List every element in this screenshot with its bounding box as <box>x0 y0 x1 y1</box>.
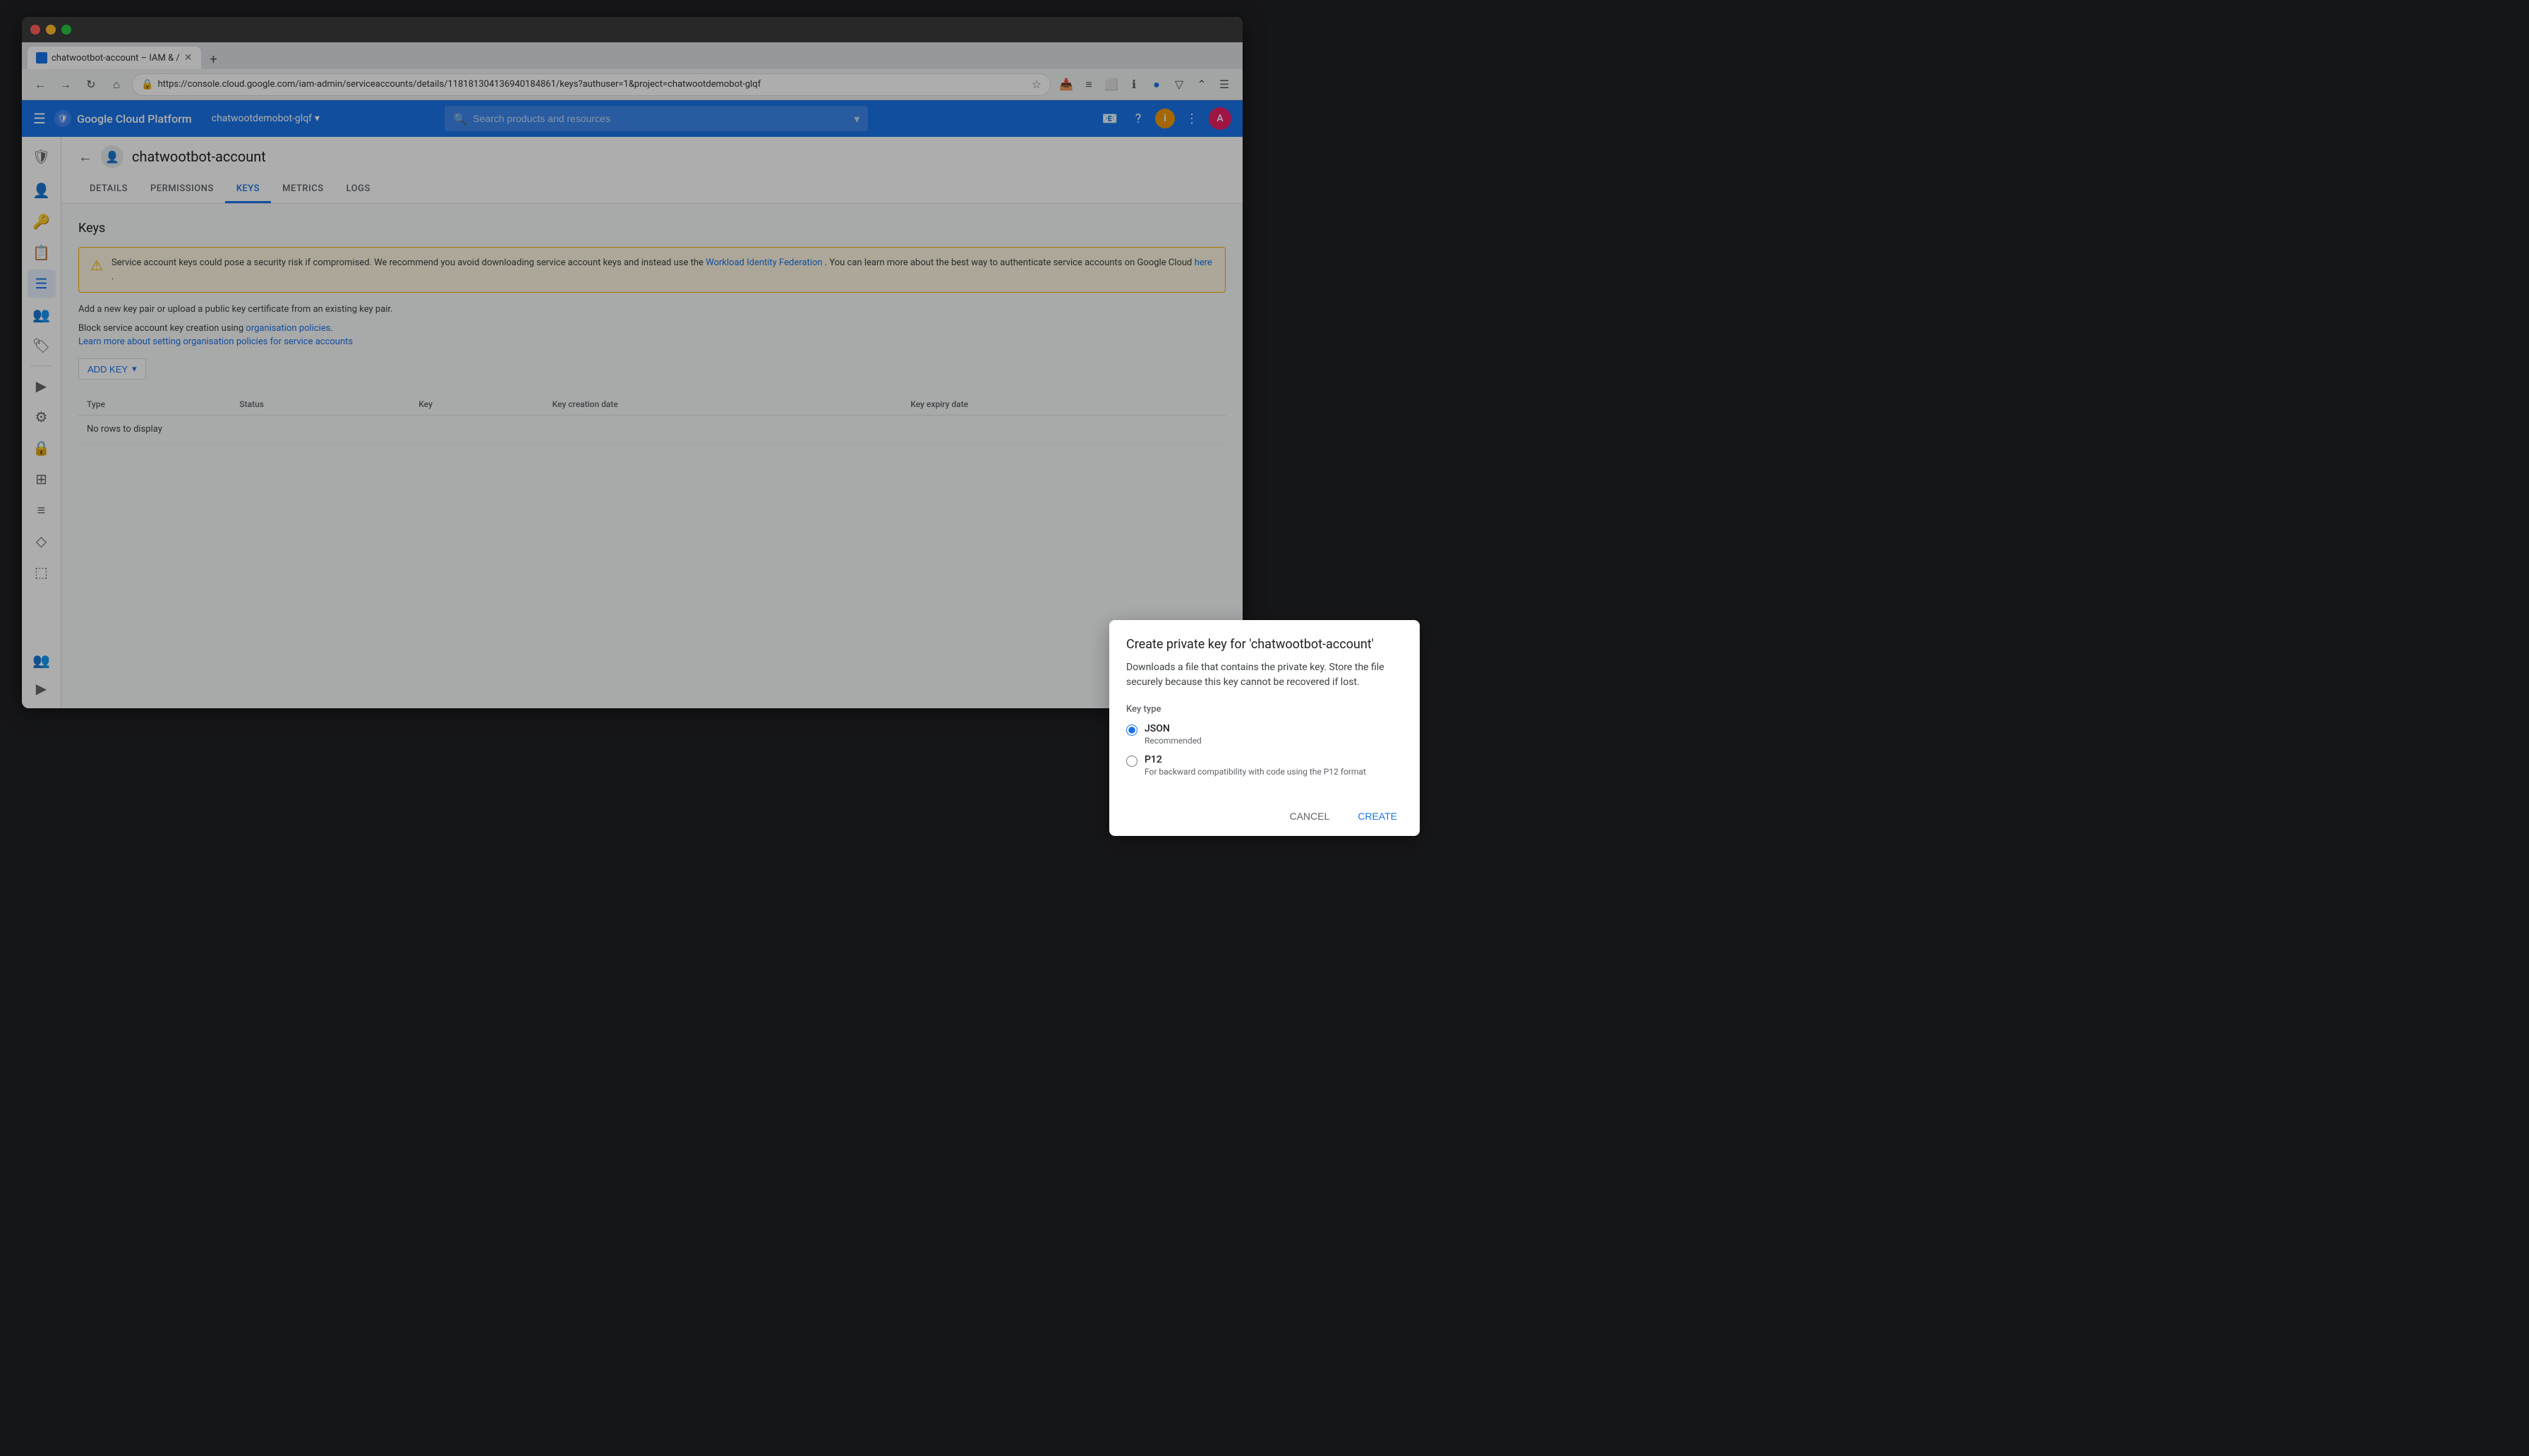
json-option: JSON Recommended <box>1126 723 1403 746</box>
p12-option: P12 For backward compatibility with code… <box>1126 754 1403 777</box>
dialog-overlay[interactable]: Create private key for 'chatwootbot-acco… <box>0 0 2529 1456</box>
p12-radio[interactable] <box>1126 756 1137 767</box>
json-hint: Recommended <box>1145 736 1202 746</box>
dialog-body: Create private key for 'chatwootbot-acco… <box>1109 620 1420 796</box>
dialog-title: Create private key for 'chatwootbot-acco… <box>1126 637 1403 652</box>
p12-hint: For backward compatibility with code usi… <box>1145 767 1366 777</box>
key-type-label: Key type <box>1126 704 1403 715</box>
json-option-labels: JSON Recommended <box>1145 723 1202 746</box>
cancel-button[interactable]: CANCEL <box>1278 805 1341 827</box>
dialog-description: Downloads a file that contains the priva… <box>1126 660 1403 690</box>
json-label: JSON <box>1145 723 1202 734</box>
p12-label: P12 <box>1145 754 1366 765</box>
create-button[interactable]: CREATE <box>1346 805 1408 827</box>
dialog-actions: CANCEL CREATE <box>1109 796 1420 836</box>
json-radio[interactable] <box>1126 724 1137 736</box>
p12-option-labels: P12 For backward compatibility with code… <box>1145 754 1366 777</box>
create-key-dialog: Create private key for 'chatwootbot-acco… <box>1109 620 1420 836</box>
